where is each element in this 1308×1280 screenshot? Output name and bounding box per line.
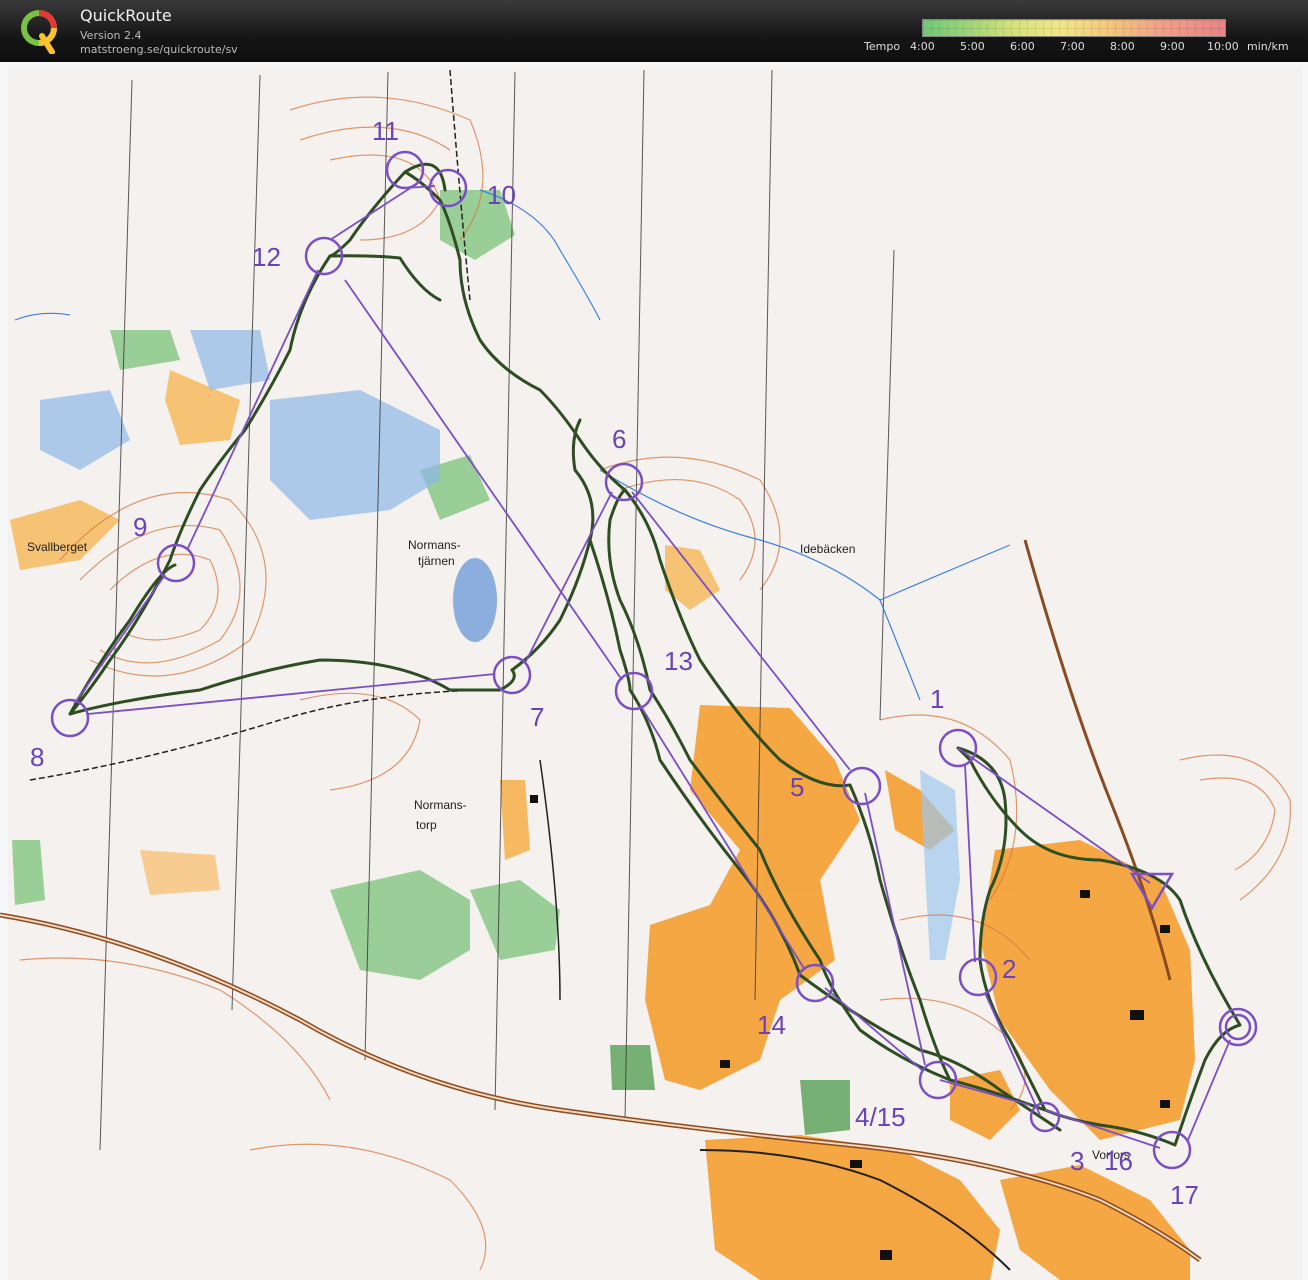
place-label-normanstorp-2: torp bbox=[416, 818, 437, 832]
control-number-1: 1 bbox=[930, 684, 945, 714]
control-number-12: 12 bbox=[252, 242, 281, 272]
tempo-tick: 8:00 bbox=[1110, 40, 1135, 53]
tempo-tick: 6:00 bbox=[1010, 40, 1035, 53]
control-number-2: 2 bbox=[1002, 954, 1017, 984]
control-number-17: 17 bbox=[1170, 1180, 1199, 1210]
place-label-normanstorp: Normans- bbox=[414, 798, 467, 812]
quickroute-window: QuickRoute Version 2.4 matstroeng.se/qui… bbox=[0, 0, 1308, 1280]
control-number-14: 14 bbox=[757, 1010, 786, 1040]
control-number-11: 11 bbox=[372, 116, 399, 146]
control-number-5: 5 bbox=[790, 772, 805, 802]
tempo-tick: 7:00 bbox=[1060, 40, 1085, 53]
control-number-10: 10 bbox=[487, 180, 516, 210]
place-label-svallberget: Svallberget bbox=[27, 540, 88, 554]
tempo-color-scale bbox=[922, 19, 1226, 37]
quickroute-logo-icon bbox=[21, 10, 57, 54]
tempo-tick: 4:00 bbox=[910, 40, 935, 53]
tempo-tick: 10:00 bbox=[1207, 40, 1239, 53]
tempo-unit: min/km bbox=[1247, 40, 1289, 53]
control-number-4-15: 4/15 bbox=[855, 1102, 906, 1132]
control-number-6: 6 bbox=[612, 424, 627, 454]
app-url-link[interactable]: matstroeng.se/quickroute/sv bbox=[80, 43, 238, 56]
tempo-tick: 9:00 bbox=[1160, 40, 1185, 53]
tempo-label: Tempo bbox=[864, 40, 901, 53]
place-label-normanstjarnen: Normans- bbox=[408, 538, 461, 552]
tempo-tick: 5:00 bbox=[960, 40, 985, 53]
control-number-8: 8 bbox=[30, 742, 45, 772]
app-title: QuickRoute bbox=[80, 6, 172, 25]
place-label-normanstjarnen-2: tjärnen bbox=[418, 554, 455, 568]
control-number-13: 13 bbox=[664, 646, 693, 676]
map-canvas[interactable]: Svallberget Normans- tjärnen Idebäcken N… bbox=[0, 62, 1308, 1280]
control-number-16: 16 bbox=[1104, 1146, 1133, 1176]
place-label-idebacken: Idebäcken bbox=[800, 542, 856, 556]
control-number-7: 7 bbox=[530, 702, 545, 732]
orienteering-map[interactable] bbox=[0, 62, 1308, 1280]
control-number-9: 9 bbox=[133, 512, 148, 542]
control-number-3: 3 bbox=[1070, 1146, 1085, 1176]
header-bar: QuickRoute Version 2.4 matstroeng.se/qui… bbox=[0, 0, 1308, 62]
app-version: Version 2.4 bbox=[80, 29, 142, 42]
